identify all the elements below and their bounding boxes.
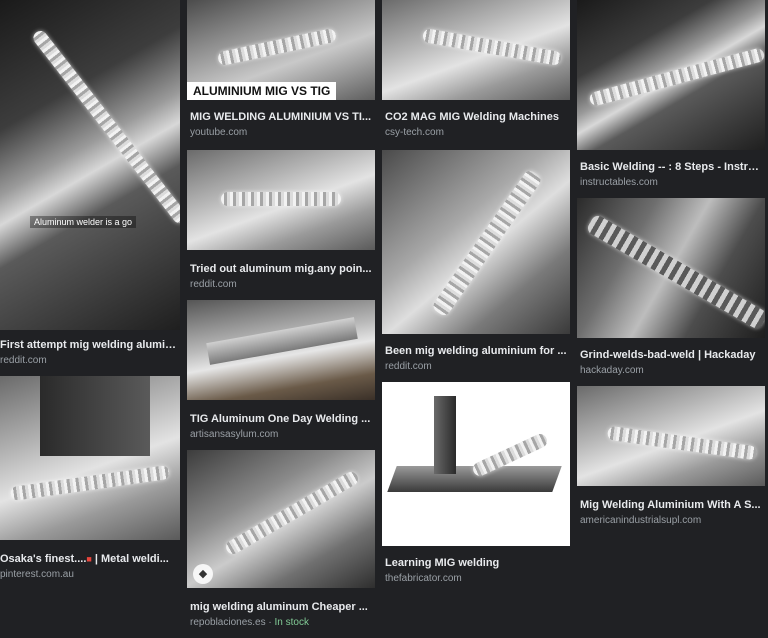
- result-1-title[interactable]: First attempt mig welding alumin...: [0, 338, 180, 352]
- weld-bead: [430, 168, 544, 318]
- result-8-source[interactable]: reddit.com: [385, 360, 432, 373]
- weld-bead: [221, 192, 341, 206]
- result-12-thumbnail[interactable]: [577, 386, 765, 486]
- result-5-thumbnail[interactable]: [187, 300, 375, 400]
- result-7-thumbnail[interactable]: [382, 0, 570, 100]
- result-12-source[interactable]: americanindustrialsupl.com: [580, 514, 701, 527]
- weld-bead: [223, 469, 361, 557]
- result-9-thumbnail[interactable]: [382, 382, 570, 546]
- weld-bead: [588, 46, 765, 108]
- result-10-thumbnail[interactable]: [577, 0, 765, 150]
- result-7-title[interactable]: CO2 MAG MIG Welding Machines: [385, 110, 567, 124]
- result-4-title[interactable]: Tried out aluminum mig.any poin...: [190, 262, 372, 276]
- weld-bead: [30, 28, 180, 226]
- weld-bead: [606, 425, 758, 461]
- result-6-thumbnail[interactable]: ◆: [187, 450, 375, 588]
- result-8-thumbnail[interactable]: [382, 150, 570, 334]
- result-9-source[interactable]: thefabricator.com: [385, 572, 462, 585]
- result-11-thumbnail[interactable]: [577, 198, 765, 338]
- result-5-title[interactable]: TIG Aluminum One Day Welding ...: [190, 412, 372, 426]
- result-2-title-suffix: | Metal weldi...: [91, 553, 169, 565]
- steel-post: [40, 376, 150, 456]
- t-beam-web: [434, 396, 456, 474]
- result-6-title[interactable]: mig welding aluminum Cheaper ...: [190, 600, 372, 614]
- result-9-title[interactable]: Learning MIG welding: [385, 556, 567, 570]
- result-12-title[interactable]: Mig Welding Aluminium With A S...: [580, 498, 762, 512]
- result-3-thumbnail[interactable]: ALUMINIUM MIG VS TIG: [187, 0, 375, 100]
- tag-icon: ◆: [193, 564, 213, 584]
- result-1-thumbnail[interactable]: Aluminum welder is a go: [0, 0, 180, 330]
- result-2-source[interactable]: pinterest.com.au: [0, 568, 74, 581]
- result-10-title[interactable]: Basic Welding -- : 8 Steps - Instru...: [580, 160, 762, 174]
- angle-plate: [206, 317, 358, 365]
- result-10-source[interactable]: instructables.com: [580, 176, 658, 189]
- thumbnail-banner: ALUMINIUM MIG VS TIG: [187, 82, 337, 100]
- result-11-title[interactable]: Grind-welds-bad-weld | Hackaday: [580, 348, 762, 362]
- thumbnail-caption: Aluminum welder is a go: [30, 216, 137, 228]
- result-11-source[interactable]: hackaday.com: [580, 364, 644, 377]
- weld-bead: [216, 27, 338, 67]
- result-1-source[interactable]: reddit.com: [0, 354, 47, 367]
- result-2-thumbnail[interactable]: [0, 376, 180, 540]
- weld-bead: [585, 213, 765, 331]
- result-5-source[interactable]: artisansasylum.com: [190, 428, 278, 441]
- source-separator: ·: [265, 617, 275, 628]
- result-4-thumbnail[interactable]: [187, 150, 375, 250]
- result-6-source-line[interactable]: repoblaciones.es · In stock: [190, 616, 309, 629]
- result-2-title-text: Osaka's finest....: [0, 553, 87, 565]
- result-8-title[interactable]: Been mig welding aluminium for ...: [385, 344, 567, 358]
- in-stock-badge: In stock: [274, 617, 309, 628]
- weld-bead: [421, 27, 563, 67]
- weld-bead: [9, 464, 171, 502]
- result-4-source[interactable]: reddit.com: [190, 278, 237, 291]
- result-3-title[interactable]: MIG WELDING ALUMINIUM VS TI...: [190, 110, 372, 124]
- result-3-source[interactable]: youtube.com: [190, 126, 247, 139]
- result-7-source[interactable]: csy-tech.com: [385, 126, 444, 139]
- result-2-title[interactable]: Osaka's finest....■ | Metal weldi...: [0, 552, 180, 566]
- result-6-source: repoblaciones.es: [190, 617, 266, 628]
